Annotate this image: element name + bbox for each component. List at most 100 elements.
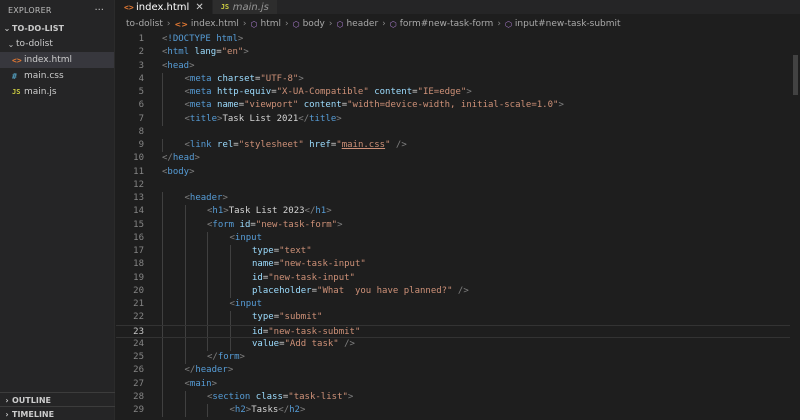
indent-guide: [184, 404, 186, 418]
line-number: 13: [133, 193, 144, 203]
code-line[interactable]: 16 <input: [116, 231, 800, 245]
code-token: section: [212, 391, 251, 402]
line-number: 10: [133, 153, 144, 164]
code-token: >: [558, 100, 564, 111]
breadcrumb-item[interactable]: index.html: [191, 19, 239, 29]
code-line[interactable]: 14 <h1>Task List 2023</h1>: [116, 205, 800, 219]
breadcrumb-item[interactable]: form#new-task-form: [400, 19, 494, 29]
code-token: >: [337, 219, 343, 230]
code-token: Task List 2023: [228, 206, 305, 217]
code-token: >: [194, 153, 200, 164]
indent-guide: [184, 271, 186, 285]
code-line[interactable]: 4 <meta charset="UTF-8">: [116, 72, 800, 86]
line-number: 24: [133, 338, 144, 349]
code-line[interactable]: 3 <head>: [116, 60, 800, 73]
tab-main-js[interactable]: JS main.js: [212, 0, 278, 14]
timeline-section[interactable]: › TIMELINE: [0, 406, 115, 420]
line-number: 21: [133, 299, 144, 309]
tab-index-html[interactable]: <> index.html ✕: [116, 0, 213, 14]
code-line[interactable]: 12: [116, 179, 800, 192]
code-line[interactable]: 7 <title>Task List 2021</title>: [116, 112, 800, 126]
code-line[interactable]: 8: [116, 126, 800, 139]
indent-guide: [162, 377, 163, 391]
code-token: name: [217, 100, 239, 111]
code-line[interactable]: 15 <form id="new-task-form">: [116, 218, 800, 232]
element-icon: ⬡: [504, 19, 512, 29]
chevron-down-icon: ⌄: [7, 39, 15, 49]
code-line[interactable]: 13 <header>: [116, 192, 800, 206]
code-line[interactable]: 21 <input: [116, 298, 800, 312]
code-line[interactable]: 22 type="submit": [116, 311, 800, 325]
code-editor[interactable]: 1 <!DOCTYPE html> 2 <html lang="en"> 3 <head>…: [116, 33, 800, 420]
code-line[interactable]: 19 id="new-task-input": [116, 271, 800, 285]
code-line[interactable]: 11 <body>: [116, 166, 800, 179]
code-line[interactable]: 1 <!DOCTYPE html>: [116, 33, 800, 46]
breadcrumb-item[interactable]: to-dolist: [126, 19, 163, 29]
indent-guide: [229, 245, 231, 259]
line-number: 22: [133, 312, 144, 323]
code-text: <h2>Tasks</h2>: [230, 404, 306, 417]
code-line[interactable]: 5 <meta http-equiv="X-UA-Compatible" cont…: [116, 86, 800, 100]
line-number: 23: [133, 326, 144, 337]
file-index-html[interactable]: <> index.html: [0, 52, 114, 68]
explorer-title: EXPLORER: [8, 5, 52, 15]
code-token: >: [189, 60, 195, 71]
project-section[interactable]: ⌄ TO-DO-LIST: [0, 20, 114, 36]
code-line[interactable]: 6 <meta name="viewport" content="width=de…: [116, 99, 800, 113]
code-line[interactable]: 23 id="new-task-submit": [116, 324, 800, 338]
file-main-js[interactable]: JS main.js: [0, 84, 114, 100]
breadcrumb-item[interactable]: header: [346, 19, 378, 29]
more-actions-icon[interactable]: ···: [94, 5, 104, 16]
code-text: <input: [230, 232, 263, 245]
code-line[interactable]: 27 <main>: [116, 377, 800, 391]
indent-guide: [207, 245, 208, 259]
code-text: type="submit": [252, 311, 322, 324]
code-line[interactable]: 28 <section class="task-list">: [116, 390, 800, 404]
line-number: 28: [133, 391, 144, 402]
line-number: 9: [138, 140, 144, 150]
code-token: "width=device-width, initial-scale=1.0": [347, 100, 559, 111]
code-line[interactable]: 17 type="text": [116, 245, 800, 259]
close-icon[interactable]: ✕: [195, 2, 203, 13]
indent-guide: [207, 298, 208, 312]
indent-guide: [207, 284, 208, 298]
file-main-css[interactable]: # main.css: [0, 68, 114, 84]
code-token: content: [374, 87, 413, 97]
breadcrumb-item[interactable]: input#new-task-submit: [515, 19, 621, 29]
js-file-icon: JS: [220, 3, 230, 11]
element-icon: ⬡: [389, 19, 397, 29]
code-token: "new-task-input": [279, 259, 366, 270]
code-line[interactable]: 10 </head>: [116, 152, 800, 165]
code-token: "What you have planned?": [317, 285, 453, 296]
folder-to-dolist[interactable]: ⌄ to-dolist: [0, 36, 114, 52]
code-line[interactable]: 18 name="new-task-input": [116, 258, 800, 272]
breadcrumb-item[interactable]: body: [303, 19, 325, 29]
line-number: 14: [133, 206, 144, 217]
code-token: "text": [279, 246, 312, 256]
line-number: 20: [133, 285, 144, 296]
code-token: </: [162, 153, 173, 164]
code-text: value="Add task" />: [252, 338, 355, 351]
code-line[interactable]: 25 </form>: [116, 351, 800, 365]
code-text: type="text": [252, 245, 312, 258]
scrollbar-thumb[interactable]: [793, 55, 798, 95]
code-token: h1: [212, 206, 224, 217]
code-line[interactable]: 29 <h2>Tasks</h2>: [116, 404, 800, 418]
code-line[interactable]: 20 placeholder="What you have planned?" /…: [116, 284, 800, 298]
code-line[interactable]: 24 value="Add task" />: [116, 337, 800, 351]
code-token: form: [217, 352, 240, 362]
code-token: >: [336, 113, 342, 124]
explorer-header: EXPLORER ···: [0, 0, 114, 20]
code-text: <meta name="viewport" content="width=dev…: [185, 99, 564, 112]
code-token: id: [239, 219, 251, 230]
code-line[interactable]: 9 <link rel="stylesheet" href="main.css" …: [116, 139, 800, 153]
code-token: >: [211, 378, 218, 389]
line-number: 29: [133, 405, 144, 415]
indent-guide: [229, 325, 231, 337]
code-line[interactable]: 26 </header>: [116, 364, 800, 378]
code-token: header: [195, 365, 228, 376]
code-token[interactable]: main.css: [342, 140, 385, 150]
line-number: 15: [133, 219, 144, 230]
breadcrumb-item[interactable]: html: [260, 19, 281, 29]
code-line[interactable]: 2 <html lang="en">: [116, 46, 800, 59]
